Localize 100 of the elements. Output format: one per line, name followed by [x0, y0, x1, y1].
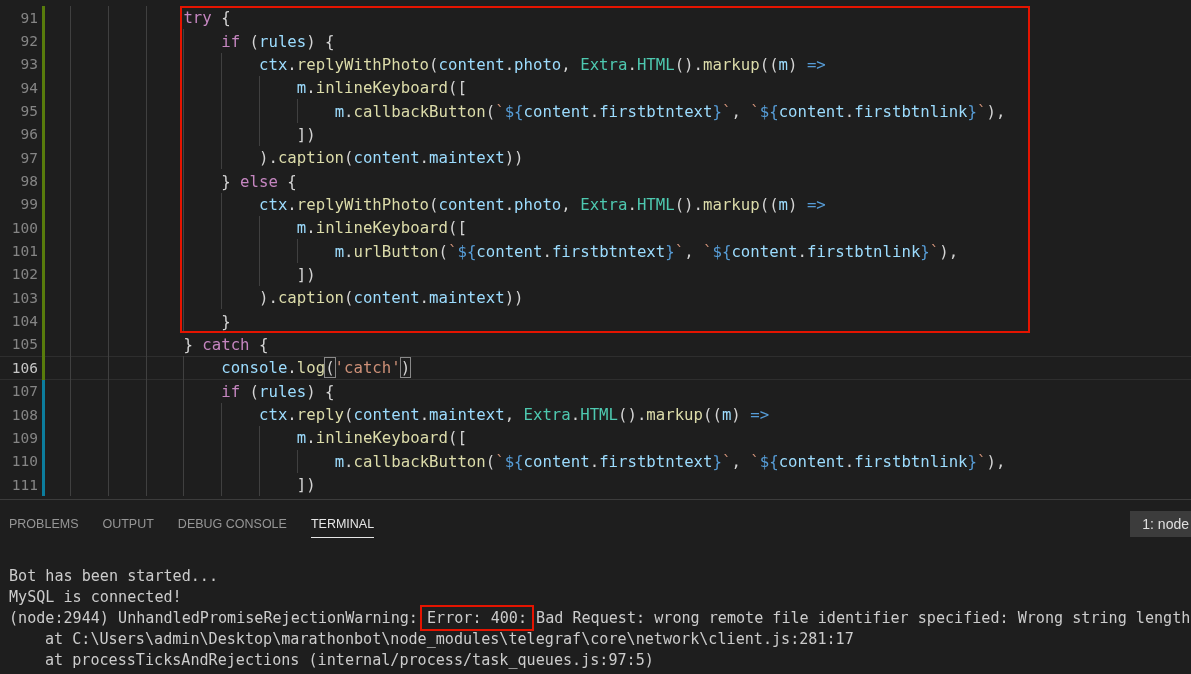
code-token: ${ — [504, 101, 524, 121]
code-token: caption — [277, 148, 345, 168]
code-token: . — [844, 451, 855, 471]
code-token: callbackButton — [353, 101, 486, 121]
code-token: ${ — [457, 241, 477, 261]
code-token: content — [778, 451, 845, 471]
code-token: . — [627, 194, 637, 214]
code-token: . — [627, 54, 637, 74]
code-token: . — [306, 78, 316, 98]
code-token: ( — [248, 31, 259, 51]
code-token: } — [712, 101, 722, 121]
code-token: . — [570, 405, 581, 424]
terminal-output: MySQL is connected! — [9, 588, 182, 606]
code-token: ` — [703, 241, 713, 261]
code-token: ctx — [259, 194, 288, 214]
line-number: 94 — [19, 79, 38, 96]
code-token: ( — [344, 405, 354, 424]
code-token: . — [419, 288, 430, 308]
code-token: Extra — [580, 54, 628, 74]
code-token: , — [561, 194, 572, 214]
code-token: ([ — [447, 78, 467, 98]
code-token: m — [334, 101, 345, 121]
code-token: ( — [438, 241, 448, 261]
panel-tab[interactable]: DEBUG CONSOLE — [177, 509, 287, 538]
panel-tab[interactable]: PROBLEMS — [9, 509, 79, 538]
code-token: markup — [646, 405, 703, 424]
code-token: } — [221, 171, 232, 191]
code-token: ( — [485, 451, 496, 471]
code-token: ). — [259, 148, 278, 168]
terminal-output: at processTicksAndRejections (internal/process/task_queues.js:97:5) — [45, 651, 654, 669]
code-token: ctx — [259, 405, 288, 424]
code-token: . — [306, 428, 316, 448]
code-token: reply — [296, 405, 345, 424]
code-token: try — [183, 8, 212, 28]
code-token: ` — [977, 101, 987, 121]
code-token: (). — [674, 54, 703, 74]
matched-bracket: ) — [400, 358, 411, 378]
code-token: firstbtntext — [599, 451, 713, 471]
code-token: ) — [788, 54, 799, 74]
code-token: maintext — [429, 148, 505, 168]
terminal-output: Bot has been started... — [9, 567, 218, 585]
code-token: callbackButton — [353, 451, 486, 471]
line-number: 106 — [10, 359, 38, 376]
code-token: ctx — [259, 54, 288, 74]
panel-tab[interactable]: OUTPUT — [102, 509, 154, 538]
terminal-selector[interactable]: 1: node — [1130, 510, 1191, 537]
line-number: 91 — [19, 9, 38, 26]
code-token: { — [286, 171, 297, 191]
code-token: content — [353, 148, 420, 168]
code-token: HTML — [636, 54, 675, 74]
line-number: 96 — [19, 126, 38, 143]
panel-tab[interactable]: TERMINAL — [310, 509, 375, 538]
code-token: content — [438, 194, 505, 214]
code-token: . — [344, 101, 354, 121]
code-token: inlineKeyboard — [315, 78, 448, 98]
code-token: } — [221, 311, 231, 331]
code-token: , — [731, 101, 742, 121]
code-token: ` — [674, 241, 685, 261]
code-token: ) — [731, 405, 742, 424]
code-token: ), — [986, 101, 1006, 121]
code-token: , — [684, 241, 695, 261]
highlighted-output: Error: 400: — [420, 605, 534, 631]
code-token: (). — [618, 405, 647, 424]
line-number: 92 — [19, 33, 38, 49]
code-token: rules — [259, 381, 307, 401]
code-token: markup — [703, 194, 760, 214]
code-token: . — [542, 241, 552, 261]
code-token: content — [353, 288, 420, 308]
code-token: ` — [929, 241, 940, 261]
code-token: m — [778, 54, 789, 74]
line-number: 105 — [10, 336, 38, 353]
terminal-output: (node:2944) UnhandledPromiseRejectionWarning: — [9, 609, 419, 627]
code-token: urlButton — [353, 241, 439, 261]
code-token: . — [504, 54, 515, 74]
code-token: ([ — [447, 428, 467, 448]
code-token: ]) — [296, 475, 316, 495]
code-token: m — [778, 194, 789, 214]
code-token: ` — [495, 101, 505, 121]
code-token: ), — [986, 451, 1006, 471]
code-token: m — [296, 428, 307, 448]
code-token: . — [419, 148, 430, 168]
code-token: ), — [939, 241, 959, 261]
code-token: ( — [429, 54, 439, 74]
code-token: . — [344, 451, 354, 471]
code-token: (). — [674, 194, 703, 214]
code-token: ) { — [306, 31, 335, 51]
code-token: content — [778, 101, 845, 121]
code-token: ]) — [296, 124, 316, 144]
code-token: ( — [344, 288, 354, 308]
code-token: m — [296, 78, 307, 98]
code-token: , — [731, 451, 742, 471]
code-token: m — [334, 241, 345, 261]
code-token: ` — [750, 101, 760, 121]
code-token: m — [721, 405, 732, 424]
code-token: ( — [248, 381, 259, 401]
code-token: m — [334, 451, 345, 471]
code-token: ${ — [759, 101, 779, 121]
code-token: . — [844, 101, 855, 121]
code-token: , — [504, 405, 516, 424]
code-token: maintext — [429, 288, 505, 308]
